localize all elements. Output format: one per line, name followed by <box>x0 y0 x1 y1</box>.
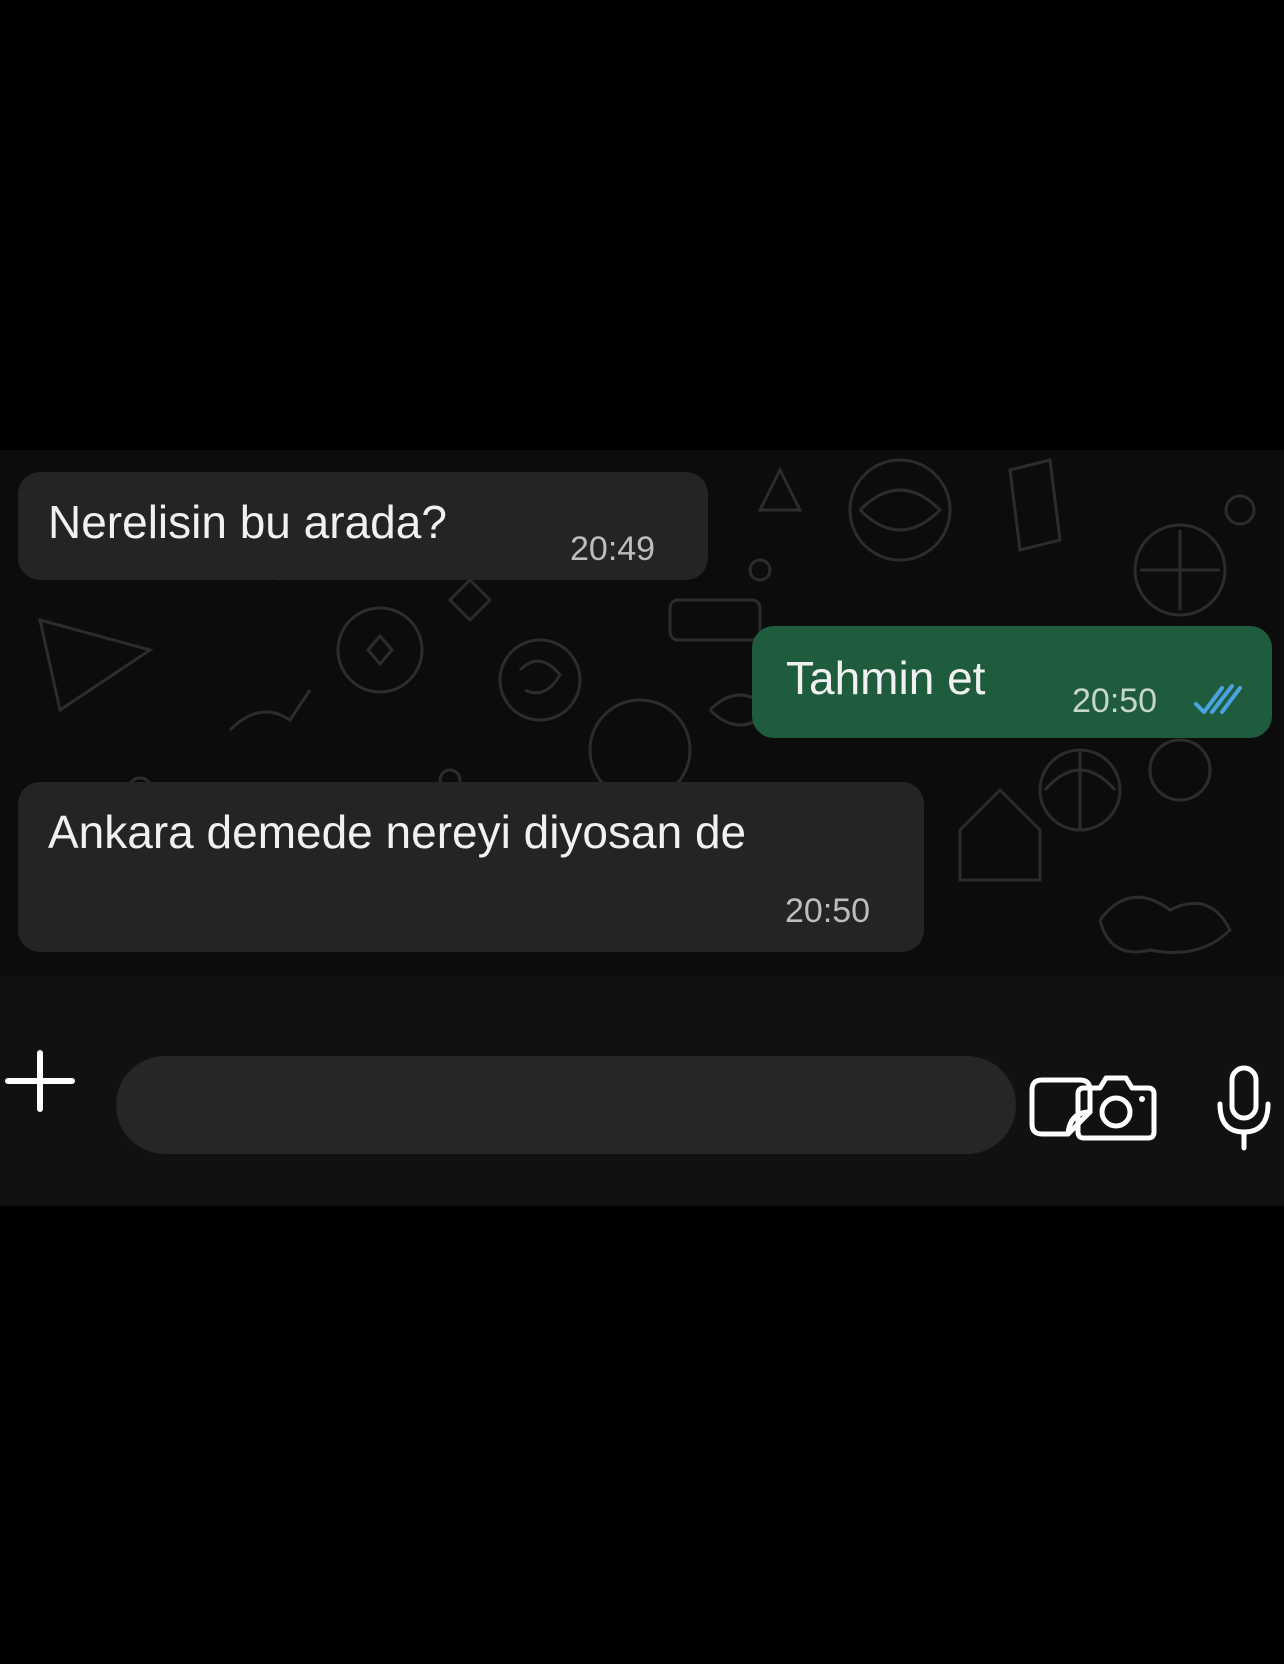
microphone-icon[interactable] <box>1212 1064 1276 1154</box>
message-bubble-incoming[interactable]: Ankara demede nereyi diyosan de 20:50 <box>18 782 924 952</box>
chat-messages-area[interactable]: Nerelisin bu arada? 20:49 Tahmin et 20:5… <box>0 450 1284 976</box>
message-text: Ankara demede nereyi diyosan de <box>48 806 747 858</box>
message-time: 20:49 <box>570 530 656 568</box>
message-text: Nerelisin bu arada? <box>48 496 447 548</box>
message-text: Tahmin et <box>786 652 986 704</box>
chat-screen: Nerelisin bu arada? 20:49 Tahmin et 20:5… <box>0 450 1284 1206</box>
composer-bar <box>0 976 1284 1206</box>
message-time: 20:50 <box>1072 682 1158 720</box>
plus-icon[interactable] <box>0 1041 80 1121</box>
message-bubble-outgoing[interactable]: Tahmin et 20:50 <box>752 626 1272 738</box>
read-receipt-icon <box>1194 684 1242 714</box>
message-bubble-incoming[interactable]: Nerelisin bu arada? 20:49 <box>18 472 708 580</box>
message-time: 20:50 <box>785 892 871 930</box>
message-input[interactable] <box>116 1056 1093 1154</box>
camera-icon[interactable] <box>1074 1072 1158 1142</box>
